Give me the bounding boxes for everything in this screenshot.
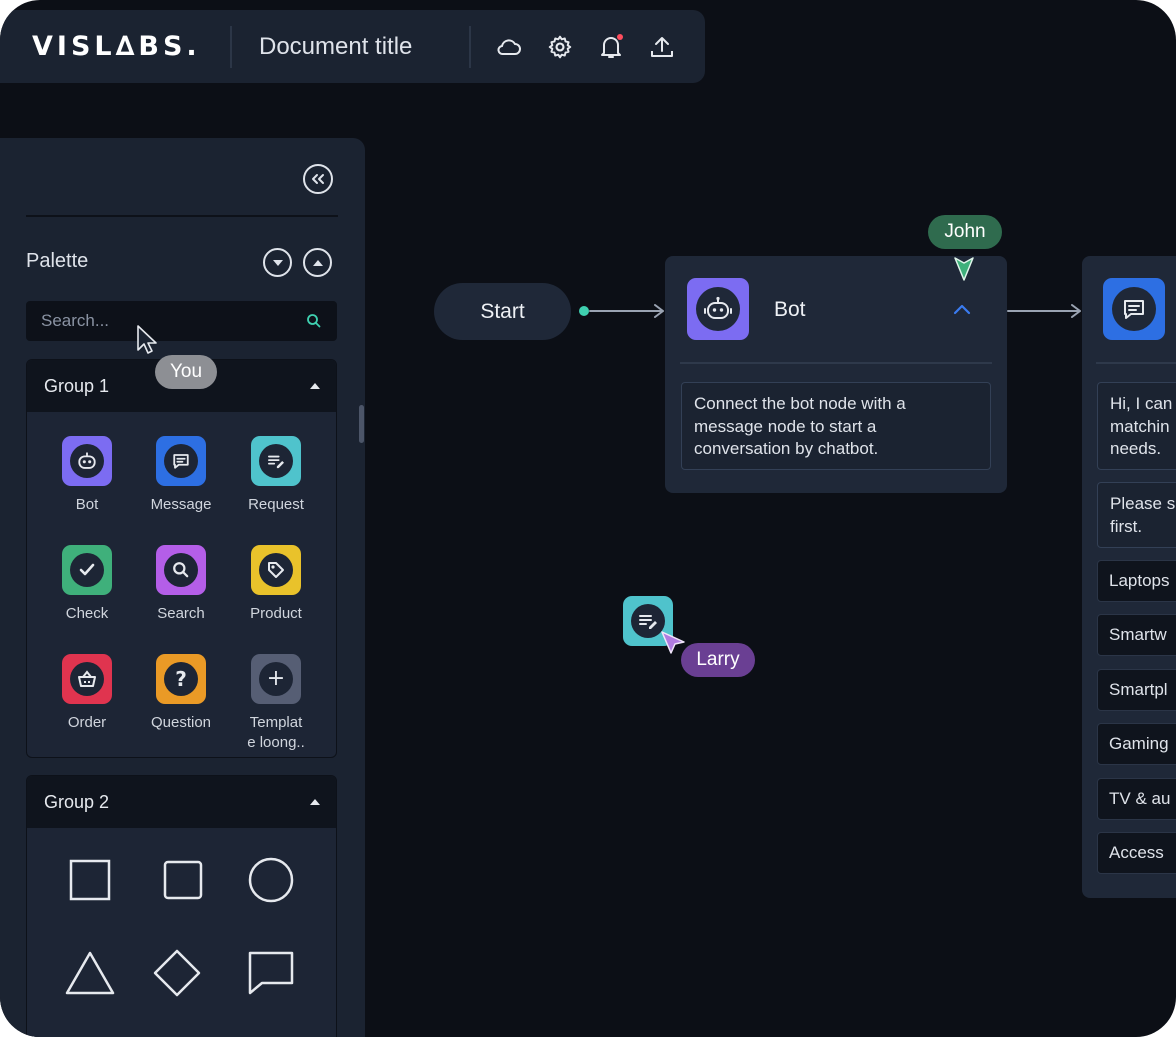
message-icon <box>1112 287 1156 331</box>
node-divider <box>680 362 992 364</box>
text-line: Connect the bot node with a <box>694 394 906 413</box>
option-button[interactable]: TV & au <box>1097 778 1176 820</box>
bot-node-description[interactable]: Connect the bot node with a message node… <box>681 382 991 470</box>
text-line: Please s <box>1110 494 1176 513</box>
edge-start-bot[interactable] <box>589 304 664 318</box>
connector-port[interactable] <box>579 306 589 316</box>
john-cursor-icon <box>954 257 974 281</box>
text-line: conversation by chatbot. <box>694 439 879 458</box>
larry-cursor-label: Larry <box>681 643 755 677</box>
option-button[interactable]: Smartpl <box>1097 669 1176 711</box>
text-line: Hi, I can <box>1110 394 1173 413</box>
chevron-up-icon[interactable] <box>953 303 971 315</box>
connectors <box>579 304 1081 318</box>
node-divider <box>1096 362 1176 364</box>
text-line: message node to start a <box>694 416 877 436</box>
bot-node[interactable]: Bot Connect the bot node with a message … <box>665 256 1007 493</box>
message-node-icon <box>1103 278 1165 340</box>
text-line: needs. <box>1110 439 1162 458</box>
robot-icon <box>696 287 740 331</box>
message-text-1[interactable]: Hi, I can matchin needs. <box>1097 382 1176 470</box>
start-node[interactable]: Start <box>434 283 571 340</box>
text-line: first. <box>1110 516 1143 536</box>
bot-node-icon <box>687 278 749 340</box>
edge-bot-message[interactable] <box>1007 304 1081 318</box>
app-frame: VISL∆BS. Document title Palette Search..… <box>0 0 1176 1037</box>
option-button[interactable]: Gaming <box>1097 723 1176 765</box>
bot-node-title: Bot <box>774 298 806 321</box>
option-button[interactable]: Access <box>1097 832 1176 874</box>
message-text-2[interactable]: Please s first. <box>1097 482 1176 548</box>
option-button[interactable]: Smartw <box>1097 614 1176 656</box>
option-button[interactable]: Laptops <box>1097 560 1176 602</box>
john-cursor-label: John <box>928 215 1002 249</box>
text-line: matchin <box>1110 416 1170 436</box>
